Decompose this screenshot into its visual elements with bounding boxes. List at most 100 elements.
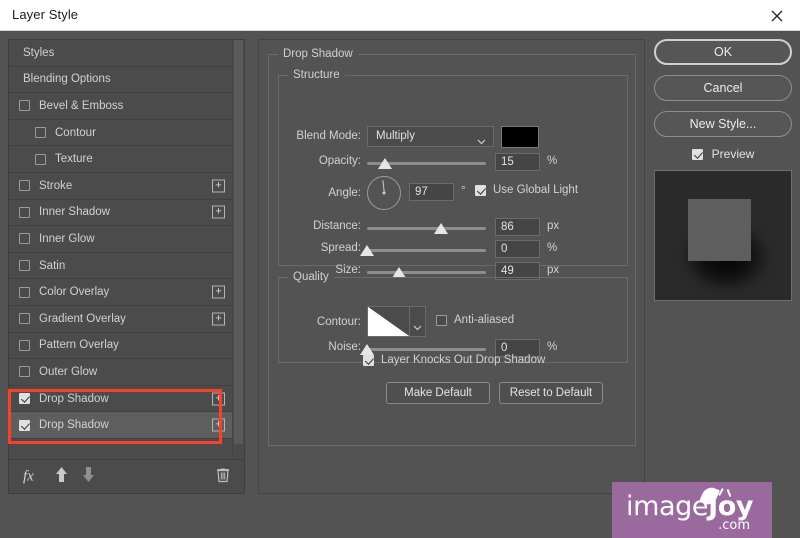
opacity-slider[interactable] — [367, 158, 486, 169]
style-row-checkbox[interactable] — [19, 393, 30, 405]
size-unit: px — [547, 264, 560, 276]
preview-checkbox-box[interactable] — [691, 148, 703, 160]
contour-dropdown-button[interactable] — [410, 306, 426, 337]
styles-list-scrollbar[interactable] — [232, 40, 243, 460]
style-row-color-overlay[interactable]: Color Overlay + — [9, 279, 233, 306]
style-row-bevel-emboss[interactable]: Bevel & Emboss — [9, 93, 233, 120]
spread-slider-knob[interactable] — [360, 245, 374, 256]
style-row-checkbox[interactable] — [19, 286, 30, 298]
add-effect-button[interactable]: + — [212, 285, 225, 299]
use-global-light-checkbox-box[interactable] — [475, 184, 486, 196]
layer-knocks-out-checkbox-box[interactable] — [363, 354, 374, 366]
style-row-inner-shadow[interactable]: Inner Shadow + — [9, 199, 233, 227]
spread-unit: % — [547, 242, 558, 254]
layer-knocks-out-checkbox[interactable]: Layer Knocks Out Drop Shadow — [363, 354, 545, 366]
angle-dial-center — [382, 191, 386, 195]
add-effect-button[interactable]: + — [212, 205, 225, 219]
style-row-texture[interactable]: Texture — [9, 146, 233, 173]
close-icon[interactable] — [754, 0, 800, 31]
angle-dial[interactable] — [367, 176, 401, 210]
arrow-down-icon[interactable] — [81, 466, 96, 488]
anti-aliased-checkbox[interactable]: Anti-aliased — [436, 314, 514, 326]
opacity-slider-knob[interactable] — [377, 158, 392, 169]
style-row-label: Stroke — [39, 179, 73, 192]
noise-slider[interactable] — [360, 344, 486, 355]
new-style-button[interactable]: New Style... — [654, 111, 792, 137]
structure-group-title: Structure — [288, 69, 345, 81]
styles-list-panel: Styles Blending Options Bevel & Emboss Cont… — [8, 39, 245, 494]
style-row-checkbox[interactable] — [19, 180, 30, 192]
style-row-label: Texture — [55, 153, 93, 166]
style-row-label: Satin — [39, 259, 66, 272]
cancel-button[interactable]: Cancel — [654, 75, 792, 101]
reset-to-default-button[interactable]: Reset to Default — [499, 382, 603, 404]
style-row-pattern-overlay[interactable]: Pattern Overlay — [9, 332, 233, 360]
style-row-label: Styles — [23, 46, 55, 59]
style-row-checkbox[interactable] — [19, 100, 30, 112]
effect-preview-thumbnail — [654, 170, 792, 301]
style-row-contour[interactable]: Contour — [9, 119, 233, 147]
preview-checkbox[interactable]: Preview — [654, 147, 792, 161]
trash-icon[interactable] — [216, 466, 230, 487]
ok-button[interactable]: OK — [654, 39, 792, 65]
style-row-stroke[interactable]: Stroke + — [9, 172, 233, 200]
spread-input[interactable]: 0 — [495, 240, 540, 258]
anti-aliased-checkbox-box[interactable] — [436, 314, 447, 326]
style-row-drop-shadow[interactable]: Drop Shadow + — [9, 412, 233, 439]
style-row-checkbox[interactable] — [19, 260, 30, 272]
opacity-input[interactable]: 15 — [495, 153, 540, 171]
style-row-label: Inner Shadow — [39, 206, 110, 219]
arrow-up-icon[interactable] — [54, 466, 69, 488]
style-row-checkbox[interactable] — [35, 153, 46, 165]
add-effect-button[interactable]: + — [212, 392, 225, 406]
style-row-checkbox[interactable] — [19, 233, 30, 245]
drop-shadow-group-title: Drop Shadow — [278, 48, 358, 60]
spread-slider[interactable] — [360, 245, 486, 256]
spread-label: Spread: — [320, 242, 361, 254]
make-default-button[interactable]: Make Default — [386, 382, 490, 404]
style-row-checkbox[interactable] — [19, 366, 30, 378]
style-row-checkbox[interactable] — [19, 419, 30, 431]
style-row-outer-glow[interactable]: Outer Glow — [9, 359, 233, 386]
drop-shadow-group: Drop Shadow Structure Blend Mode: Multip… — [268, 48, 636, 446]
shadow-color-swatch[interactable] — [501, 126, 539, 148]
use-global-light-checkbox[interactable]: Use Global Light — [475, 184, 578, 196]
style-row-inner-glow[interactable]: Inner Glow — [9, 226, 233, 253]
add-effect-button[interactable]: + — [212, 418, 225, 432]
chevron-down-icon — [477, 133, 486, 152]
add-effect-button[interactable]: + — [212, 312, 225, 326]
contour-label: Contour: — [316, 316, 361, 328]
watermark-domain: .com — [718, 518, 750, 533]
size-slider[interactable] — [367, 267, 486, 278]
style-row-label: Blending Options — [23, 73, 111, 86]
quality-group-title: Quality — [288, 271, 334, 283]
distance-label: Distance: — [313, 220, 361, 232]
style-row-checkbox[interactable] — [19, 313, 30, 325]
layer-style-dialog: Styles Blending Options Bevel & Emboss Cont… — [0, 31, 800, 538]
style-row-label: Contour — [55, 126, 96, 139]
style-row-gradient-overlay[interactable]: Gradient Overlay + — [9, 305, 233, 333]
angle-input[interactable]: 97 — [409, 183, 454, 201]
style-row-label: Inner Glow — [39, 232, 95, 245]
distance-slider[interactable] — [367, 223, 486, 234]
style-row-checkbox[interactable] — [35, 127, 46, 139]
distance-input[interactable]: 86 — [495, 218, 540, 236]
style-row-checkbox[interactable] — [19, 206, 30, 218]
noise-label: Noise: — [328, 341, 361, 353]
style-row-blending-options[interactable]: Blending Options — [9, 66, 233, 94]
blend-mode-select[interactable]: Multiply — [367, 126, 494, 147]
scrollbar-thumb[interactable] — [234, 40, 243, 444]
style-row-drop-shadow[interactable]: Drop Shadow + — [9, 385, 233, 413]
style-row-styles[interactable]: Styles — [9, 40, 233, 67]
blend-mode-label: Blend Mode: — [296, 130, 361, 142]
contour-preset-swatch[interactable] — [367, 306, 410, 337]
fx-icon[interactable]: fx — [23, 468, 34, 485]
distance-slider-knob[interactable] — [433, 223, 448, 234]
style-row-satin[interactable]: Satin — [9, 252, 233, 280]
styles-list: Styles Blending Options Bevel & Emboss Cont… — [9, 40, 233, 460]
style-row-label: Outer Glow — [39, 365, 98, 378]
style-row-checkbox[interactable] — [19, 339, 30, 351]
use-global-light-label: Use Global Light — [493, 184, 579, 196]
add-effect-button[interactable]: + — [212, 179, 225, 193]
style-row-label: Bevel & Emboss — [39, 99, 124, 112]
